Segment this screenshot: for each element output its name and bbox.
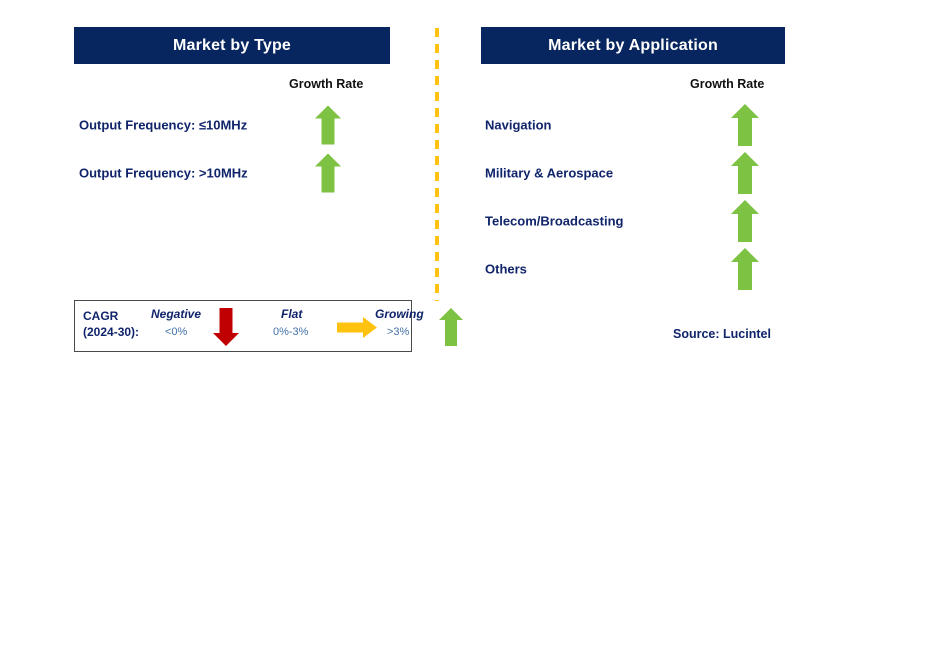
legend-item-name: Negative bbox=[151, 307, 202, 321]
infographic-canvas: Market by Type Growth Rate Output Freque… bbox=[0, 0, 945, 653]
arrow-up-icon bbox=[731, 248, 759, 290]
panel-divider-dashed bbox=[435, 28, 439, 301]
cagr-legend-box: CAGR (2024-30): Negative <0% Flat 0%-3% … bbox=[74, 300, 463, 352]
legend-item-name: Growing bbox=[375, 307, 424, 321]
panel-header-market-by-type: Market by Type bbox=[74, 27, 390, 64]
source-note: Source: Lucintel bbox=[673, 327, 771, 341]
segment-row: Output Frequency: >10MHz bbox=[79, 150, 349, 196]
panel-header-market-by-application: Market by Application bbox=[481, 27, 785, 64]
arrow-up-icon bbox=[731, 152, 759, 194]
segment-row: Output Frequency: ≤10MHz bbox=[79, 102, 349, 148]
segment-label: Telecom/Broadcasting bbox=[485, 213, 624, 229]
arrow-up-icon bbox=[439, 308, 463, 351]
arrow-up-icon bbox=[315, 153, 341, 193]
legend-title-line-2: (2024-30): bbox=[83, 325, 140, 339]
segment-label: Military & Aerospace bbox=[485, 165, 614, 181]
legend-item-value: >3% bbox=[387, 326, 410, 338]
legend-title: CAGR (2024-30): bbox=[83, 308, 139, 340]
legend-item-value: <0% bbox=[165, 326, 188, 338]
arrow-up-icon bbox=[731, 200, 759, 242]
segment-label: Navigation bbox=[485, 117, 552, 133]
segment-label: Output Frequency: ≤10MHz bbox=[79, 117, 248, 133]
legend-item-negative: Negative <0% bbox=[147, 301, 247, 351]
growth-rate-column-label-type: Growth Rate bbox=[289, 77, 364, 91]
growth-rate-column-label-application: Growth Rate bbox=[690, 77, 765, 91]
segment-row: Navigation bbox=[485, 102, 775, 148]
legend-item-name: Flat bbox=[281, 307, 303, 321]
legend-title-line-1: CAGR bbox=[83, 309, 119, 323]
arrow-down-icon bbox=[213, 308, 239, 351]
arrow-up-icon bbox=[731, 104, 759, 146]
segment-row: Others bbox=[485, 246, 775, 292]
segment-row: Telecom/Broadcasting bbox=[485, 198, 775, 244]
segment-label: Others bbox=[485, 261, 527, 277]
segment-row: Military & Aerospace bbox=[485, 150, 775, 196]
legend-item-value: 0%-3% bbox=[273, 326, 309, 338]
segment-label: Output Frequency: >10MHz bbox=[79, 165, 248, 181]
arrow-up-icon bbox=[315, 105, 341, 145]
legend-item-growing: Growing >3% bbox=[353, 301, 463, 351]
legend-item-flat: Flat 0%-3% bbox=[245, 301, 377, 351]
